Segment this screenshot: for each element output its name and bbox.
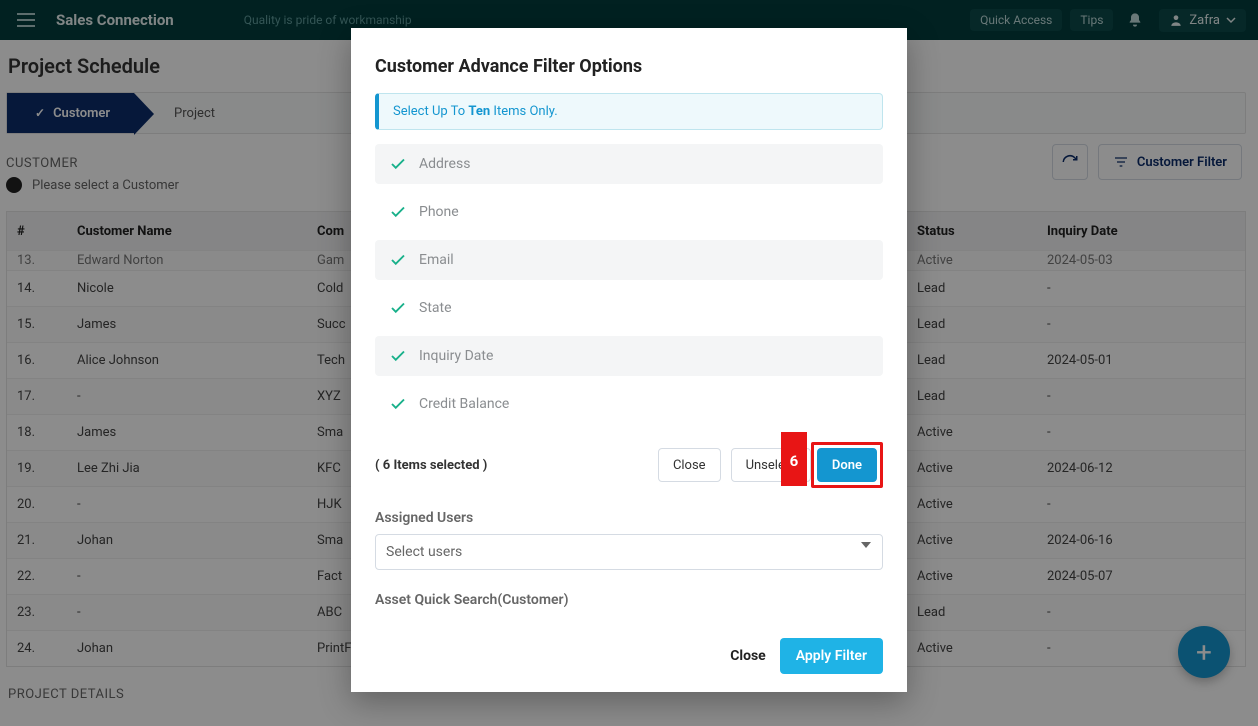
filter-option[interactable]: Inquiry Date — [375, 336, 883, 376]
check-icon — [389, 251, 407, 269]
info-bar: Select Up To Ten Items Only. — [375, 93, 883, 130]
asset-search-label: Asset Quick Search(Customer) — [375, 592, 883, 608]
filter-option-label: Phone — [419, 204, 459, 220]
filter-option[interactable]: Email — [375, 240, 883, 280]
filter-option-label: Inquiry Date — [419, 348, 493, 364]
option-list: Address Phone Email State Inquiry Date Credit… — [375, 144, 883, 424]
info-pre: Select Up To — [393, 104, 468, 119]
info-bold: Ten — [468, 104, 490, 119]
assigned-users-select[interactable]: Select users — [375, 534, 883, 570]
callout-badge: 6 — [781, 432, 807, 486]
filter-modal: Customer Advance Filter Options Select U… — [351, 28, 907, 692]
filter-option-label: Address — [419, 156, 470, 172]
modal-title: Customer Advance Filter Options — [375, 56, 883, 77]
apply-filter-button[interactable]: Apply Filter — [780, 638, 883, 674]
check-icon — [389, 395, 407, 413]
filter-option[interactable]: Phone — [375, 192, 883, 232]
filter-option[interactable]: Credit Balance — [375, 384, 883, 424]
done-button[interactable]: Done — [817, 448, 877, 482]
check-icon — [389, 203, 407, 221]
assigned-users-label: Assigned Users — [375, 510, 883, 526]
filter-option-label: State — [419, 300, 452, 316]
filter-option[interactable]: Address — [375, 144, 883, 184]
modal-close-button[interactable]: Close — [658, 448, 721, 482]
check-icon — [389, 299, 407, 317]
filter-option-label: Email — [419, 252, 454, 268]
check-icon — [389, 347, 407, 365]
filter-option[interactable]: State — [375, 288, 883, 328]
info-post: Items Only. — [490, 104, 557, 119]
footer-close-button[interactable]: Close — [730, 648, 766, 664]
selected-count: ( 6 Items selected ) — [375, 458, 487, 473]
check-icon — [389, 155, 407, 173]
filter-option-label: Credit Balance — [419, 396, 509, 412]
